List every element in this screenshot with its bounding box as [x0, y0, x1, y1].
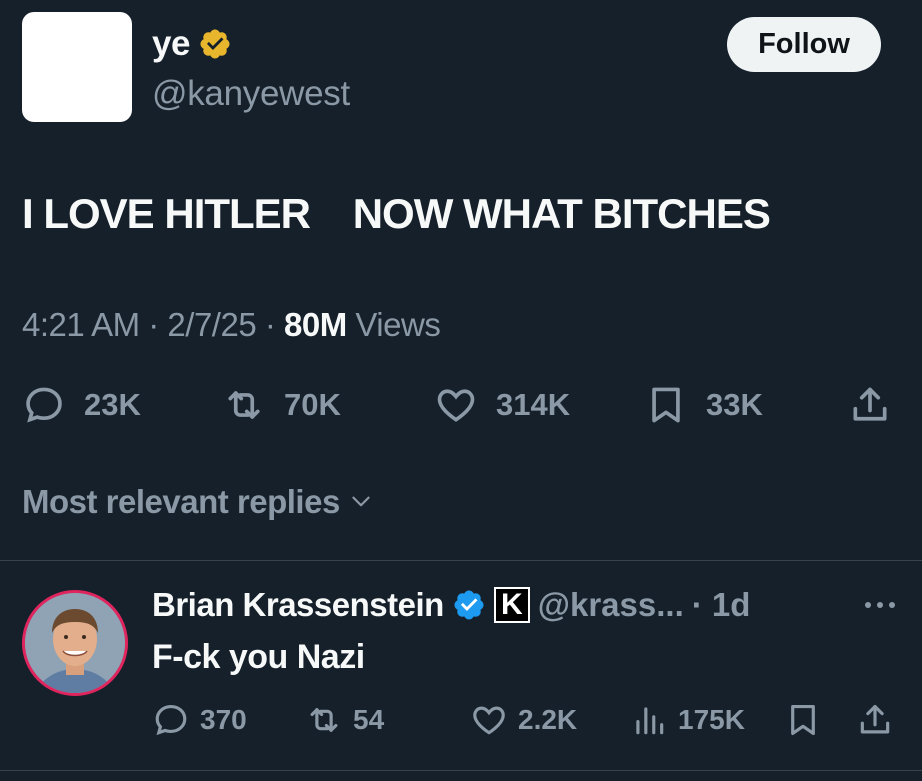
author-handle[interactable]: @kanyewest [152, 74, 350, 114]
heart-icon [437, 389, 475, 422]
meta-separator: · [264, 306, 276, 343]
follow-button[interactable]: Follow [727, 17, 881, 72]
views-count: 80M [284, 306, 347, 343]
reply-action-bar: 370 54 2.2K 175K [152, 698, 902, 742]
tweet-text: I LOVE HITLER NOW WHAT BITCHES [22, 190, 771, 237]
like-action[interactable]: 314K [434, 380, 570, 430]
retweet-count: 70K [284, 387, 341, 422]
reply-icon [155, 704, 187, 736]
reply-count: 23K [84, 387, 141, 422]
tweet-detail-page: ye @kanyewest Follow I LOVE HITLER NOW W… [0, 0, 922, 781]
reply-views-count: 175K [678, 704, 745, 735]
reply-retweet-action[interactable]: 54 [305, 698, 384, 742]
reply-author-handle[interactable]: @krass... [538, 585, 684, 625]
reply-age[interactable]: · 1d [692, 585, 751, 625]
bookmark-icon [791, 704, 815, 736]
affiliate-badge-icon[interactable]: K [493, 587, 530, 623]
reply-icon [26, 387, 62, 423]
bookmark-icon [652, 387, 680, 423]
more-dots-icon[interactable] [860, 595, 900, 615]
meta-separator: · [148, 306, 159, 343]
author-display-name[interactable]: ye [152, 24, 190, 64]
reply-bookmark-action[interactable] [784, 698, 822, 742]
tweet-meta: 4:21 AM · 2/7/25 · 80M Views [22, 305, 441, 345]
blue-verified-badge-icon [454, 590, 484, 620]
replies-sort-dropdown[interactable]: Most relevant replies [22, 482, 374, 522]
reply-share-action[interactable] [856, 698, 894, 742]
bookmark-count: 33K [706, 387, 763, 422]
reply-header: Brian Krassenstein K @krass... · 1d [152, 585, 750, 625]
author-name-row[interactable]: ye [152, 24, 232, 64]
reply-text: F-ck you Nazi [152, 638, 365, 676]
tweet-date[interactable]: 2/7/25 [167, 306, 256, 343]
reply-like-count: 2.2K [518, 704, 578, 735]
chevron-down-icon [352, 496, 370, 507]
reply-author-avatar[interactable] [22, 590, 128, 696]
share-icon [853, 387, 887, 421]
share-action[interactable] [848, 380, 892, 430]
reply-author-name[interactable]: Brian Krassenstein [152, 585, 444, 625]
like-count: 314K [496, 387, 571, 422]
reply-views-action[interactable]: 175K [630, 698, 745, 742]
bottom-divider [0, 770, 922, 771]
section-divider [0, 560, 922, 561]
bookmark-action[interactable]: 33K [644, 380, 763, 430]
gold-verified-badge-icon [200, 29, 230, 59]
reply-action[interactable]: 23K [22, 380, 141, 430]
reply-retweet-count: 54 [353, 704, 385, 735]
author-avatar[interactable] [22, 12, 132, 122]
heart-icon [473, 706, 505, 735]
reply-reply-action[interactable]: 370 [152, 698, 247, 742]
views-chart-icon [636, 707, 664, 735]
person-portrait-icon [25, 593, 125, 693]
retweet-action[interactable]: 70K [222, 380, 341, 430]
views-label: Views [355, 306, 441, 343]
retweet-icon [228, 391, 260, 419]
reply-like-action[interactable]: 2.2K [470, 698, 577, 742]
replies-sort-label: Most relevant replies [22, 483, 340, 520]
tweet-action-bar: 23K 70K 314K 33K [22, 380, 900, 430]
share-icon [860, 704, 890, 734]
retweet-icon [310, 708, 338, 732]
reply-reply-count: 370 [200, 704, 247, 735]
tweet-time[interactable]: 4:21 AM [22, 306, 140, 343]
